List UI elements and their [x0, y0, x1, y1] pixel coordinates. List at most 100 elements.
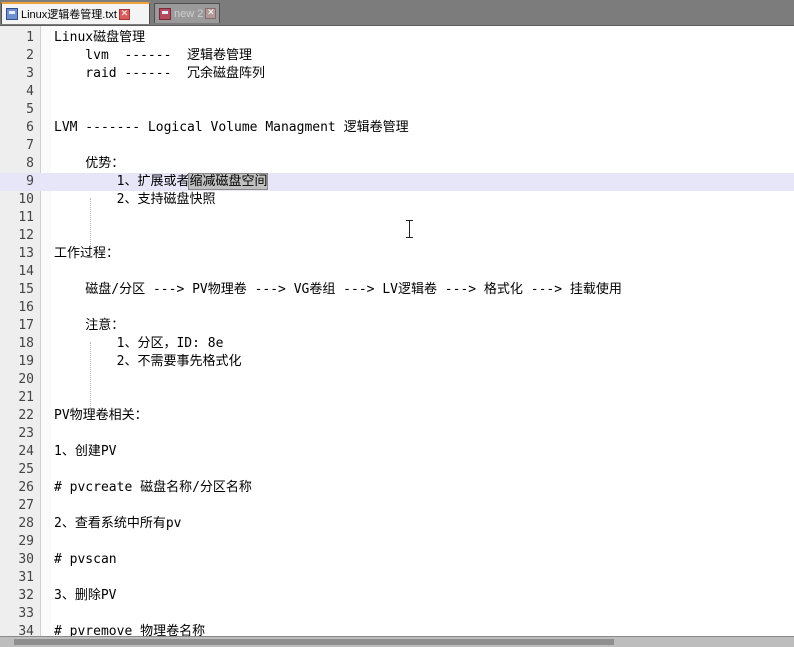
line-number: 16 [18, 300, 34, 315]
editor-line[interactable]: 16 [0, 299, 794, 317]
tab-linux-lvm[interactable]: Linux逻辑卷管理.txt ✕ [1, 2, 150, 24]
line-number: 3 [26, 66, 34, 81]
editor-line[interactable]: 8 优势： [0, 155, 794, 173]
line-text[interactable]: 2、查看系统中所有pv [54, 515, 181, 533]
line-text[interactable]: # pvremove 物理卷名称 [54, 623, 205, 636]
line-number: 13 [18, 246, 34, 261]
editor-line[interactable]: 21 [0, 389, 794, 407]
line-number: 22 [18, 408, 34, 423]
editor-line[interactable]: 17 注意： [0, 317, 794, 335]
line-number: 11 [18, 210, 34, 225]
line-number: 19 [18, 354, 34, 369]
editor-line[interactable]: 19 2、不需要事先格式化 [0, 353, 794, 371]
editor-line[interactable]: 25 [0, 461, 794, 479]
line-text[interactable]: 1、创建PV [54, 443, 116, 461]
line-text[interactable]: lvm ------ 逻辑卷管理 [54, 47, 252, 65]
line-number: 26 [18, 480, 34, 495]
editor-line[interactable]: 29 [0, 533, 794, 551]
indent-guide [90, 342, 91, 414]
editor-line[interactable]: 30 # pvscan [0, 551, 794, 569]
line-text[interactable]: 工作过程： [54, 245, 119, 263]
line-text-segment: 1、扩展或者 [54, 174, 190, 189]
editor-line[interactable]: 34 # pvremove 物理卷名称 [0, 623, 794, 636]
editor-line[interactable]: 7 [0, 137, 794, 155]
line-text[interactable]: 1、分区，ID: 8e [54, 335, 224, 353]
editor-line[interactable]: 5 [0, 101, 794, 119]
editor-line[interactable]: 13 工作过程： [0, 245, 794, 263]
editor-line[interactable]: 32 3、删除PV [0, 587, 794, 605]
line-number: 28 [18, 516, 34, 531]
indent-guide [90, 198, 91, 252]
editor-line[interactable]: 28 2、查看系统中所有pv [0, 515, 794, 533]
editor-line[interactable]: 24 1、创建PV [0, 443, 794, 461]
line-text[interactable]: 注意： [54, 317, 124, 335]
close-icon[interactable]: ✕ [205, 8, 217, 19]
tab-bar: Linux逻辑卷管理.txt ✕ new 2 ✕ [0, 0, 794, 26]
line-text[interactable]: Linux磁盘管理 [54, 29, 145, 47]
text-cursor-icon [404, 220, 416, 238]
line-number: 21 [18, 390, 34, 405]
line-number: 24 [18, 444, 34, 459]
line-number: 20 [18, 372, 34, 387]
line-text[interactable]: 2、支持磁盘快照 [54, 191, 216, 209]
line-number: 10 [18, 192, 34, 207]
line-number: 30 [18, 552, 34, 567]
line-number: 33 [18, 606, 34, 621]
line-number: 25 [18, 462, 34, 477]
line-number: 7 [26, 138, 34, 153]
editor-line[interactable]: 15 磁盘/分区 ---> PV物理卷 ---> VG卷组 ---> LV逻辑卷… [0, 281, 794, 299]
line-number: 14 [18, 264, 34, 279]
scrollbar-thumb[interactable] [14, 639, 614, 645]
line-text[interactable]: PV物理卷相关： [54, 407, 148, 425]
editor-pane[interactable]: 1 Linux磁盘管理 2 lvm ------ 逻辑卷管理 3 raid -----… [0, 26, 794, 636]
editor-line[interactable]: 27 [0, 497, 794, 515]
line-text[interactable]: # pvcreate 磁盘名称/分区名称 [54, 479, 252, 497]
line-number: 27 [18, 498, 34, 513]
tab-new-2[interactable]: new 2 ✕ [154, 3, 220, 23]
line-text[interactable]: 优势： [54, 155, 124, 173]
line-text[interactable]: LVM ------- Logical Volume Managment 逻辑卷… [54, 119, 409, 137]
editor-line[interactable]: 20 [0, 371, 794, 389]
line-number: 9 [26, 174, 34, 189]
line-text[interactable]: 1、扩展或者缩减磁盘空间 [54, 173, 269, 191]
editor-line[interactable]: 10 2、支持磁盘快照 [0, 191, 794, 209]
editor-line[interactable]: 31 [0, 569, 794, 587]
editor-line[interactable]: 14 [0, 263, 794, 281]
line-number: 15 [18, 282, 34, 297]
line-text[interactable]: 3、删除PV [54, 587, 116, 605]
line-text[interactable]: # pvscan [54, 551, 117, 569]
line-text[interactable]: 2、不需要事先格式化 [54, 353, 242, 371]
line-number: 5 [26, 102, 34, 117]
line-text[interactable]: 磁盘/分区 ---> PV物理卷 ---> VG卷组 ---> LV逻辑卷 --… [54, 281, 622, 299]
editor-line[interactable]: 6 LVM ------- Logical Volume Managment 逻辑… [0, 119, 794, 137]
line-number: 29 [18, 534, 34, 549]
editor-line[interactable]: 3 raid ------ 冗余磁盘阵列 [0, 65, 794, 83]
line-number: 23 [18, 426, 34, 441]
editor-line[interactable]: 1 Linux磁盘管理 [0, 29, 794, 47]
line-number: 12 [18, 228, 34, 243]
editor-line[interactable]: 12 [0, 227, 794, 245]
line-number: 4 [26, 84, 34, 99]
editor-line[interactable]: 26 # pvcreate 磁盘名称/分区名称 [0, 479, 794, 497]
editor-line[interactable]: 33 [0, 605, 794, 623]
horizontal-scrollbar[interactable] [0, 636, 794, 647]
line-number: 32 [18, 588, 34, 603]
line-number: 31 [18, 570, 34, 585]
editor-line[interactable]: 22 PV物理卷相关： [0, 407, 794, 425]
selected-text: 缩减磁盘空间 [188, 173, 269, 190]
editor-line[interactable]: 2 lvm ------ 逻辑卷管理 [0, 47, 794, 65]
line-number: 18 [18, 336, 34, 351]
tab-label: new 2 [174, 7, 204, 20]
line-number: 8 [26, 156, 34, 171]
editor-line[interactable]: 18 1、分区，ID: 8e [0, 335, 794, 353]
line-number: 34 [18, 624, 34, 636]
editor-line[interactable]: 11 [0, 209, 794, 227]
close-icon[interactable]: ✕ [118, 8, 130, 20]
tab-label: Linux逻辑卷管理.txt [21, 9, 117, 21]
editor-line[interactable]: 4 [0, 83, 794, 101]
editor-line[interactable]: 9 1、扩展或者缩减磁盘空间 [0, 173, 794, 191]
line-number: 6 [26, 120, 34, 135]
line-text[interactable]: raid ------ 冗余磁盘阵列 [54, 65, 265, 83]
editor-line[interactable]: 23 [0, 425, 794, 443]
line-number: 17 [18, 318, 34, 333]
